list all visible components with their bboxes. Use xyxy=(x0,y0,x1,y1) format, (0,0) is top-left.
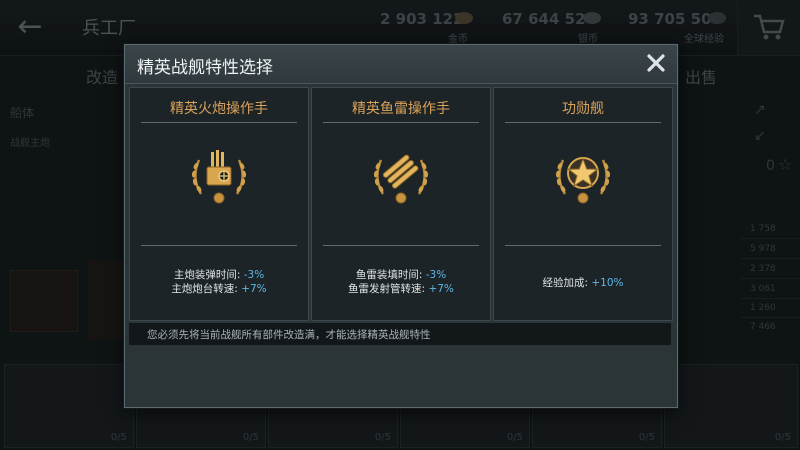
stat-value: +7% xyxy=(241,283,267,295)
divider xyxy=(323,245,479,246)
stat-line: 主炮炮台转速: +7% xyxy=(130,282,308,296)
notice-text: 您必须先将当前战舰所有部件改造满，才能选择精英战舰特性 xyxy=(147,329,431,341)
requirement-notice: 您必须先将当前战舰所有部件改造满，才能选择精英战舰特性 xyxy=(129,323,671,345)
divider xyxy=(141,245,297,246)
trait-stats: 经验加成: +10% xyxy=(494,276,672,290)
stat-value: +7% xyxy=(428,283,454,295)
stat-label: 主炮装弹时间: xyxy=(173,269,241,281)
stat-label: 鱼雷发射管转速: xyxy=(348,283,426,295)
trait-title: 精英鱼雷操作手 xyxy=(352,101,450,117)
dialog-title: 精英战舰特性选择 xyxy=(137,58,273,78)
stat-line: 鱼雷装填时间: -3% xyxy=(312,268,490,282)
turret-emblem-icon xyxy=(191,150,247,204)
divider xyxy=(141,122,297,123)
stat-value: -3% xyxy=(243,269,265,281)
star-emblem-icon xyxy=(555,157,611,204)
trait-option-gunner[interactable]: 精英火炮操作手 主炮装弹时间: -3% 主炮炮台转速: +7% xyxy=(129,87,309,321)
divider xyxy=(323,122,479,123)
stat-line: 鱼雷发射管转速: +7% xyxy=(312,282,490,296)
dialog-header: 精英战舰特性选择 xyxy=(125,45,677,84)
elite-trait-dialog: 精英战舰特性选择 精英火炮操作手 主炮装弹时间: -3% 主炮炮台转速: +7%… xyxy=(124,44,678,408)
trait-stats: 鱼雷装填时间: -3% 鱼雷发射管转速: +7% xyxy=(312,268,490,296)
trait-option-merit-ship[interactable]: 功勋舰 经验加成: +10% xyxy=(493,87,673,321)
close-icon[interactable] xyxy=(645,52,667,74)
stat-label: 经验加成: xyxy=(542,277,589,289)
stat-value: -3% xyxy=(425,269,447,281)
stat-label: 主炮炮台转速: xyxy=(171,283,238,295)
trait-title: 精英火炮操作手 xyxy=(170,101,268,117)
stat-line: 主炮装弹时间: -3% xyxy=(130,268,308,282)
divider xyxy=(505,245,661,246)
stat-value: +10% xyxy=(591,277,624,289)
trait-title: 功勋舰 xyxy=(562,101,604,117)
torpedo-emblem-icon xyxy=(373,154,429,204)
trait-stats: 主炮装弹时间: -3% 主炮炮台转速: +7% xyxy=(130,268,308,296)
stat-label: 鱼雷装填时间: xyxy=(355,269,423,281)
stat-line: 经验加成: +10% xyxy=(494,276,672,290)
trait-option-torpedo[interactable]: 精英鱼雷操作手 鱼雷装填时间: -3% 鱼雷发射管转速: +7% xyxy=(311,87,491,321)
divider xyxy=(505,122,661,123)
